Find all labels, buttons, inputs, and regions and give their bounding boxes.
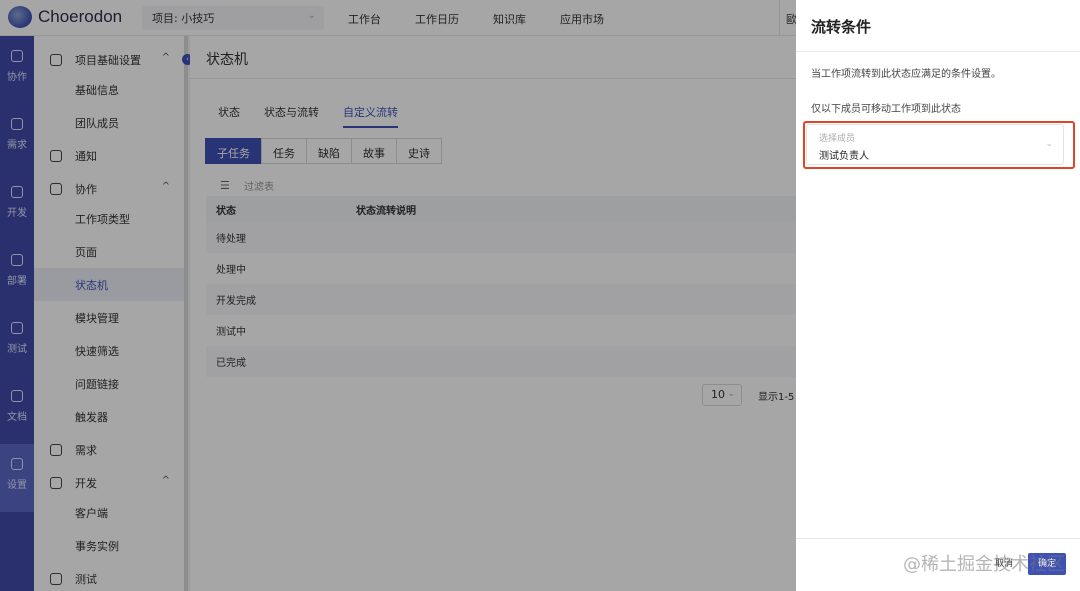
drawer-title: 流转条件 <box>811 18 872 36</box>
drawer-description: 当工作项流转到此状态应满足的条件设置。 <box>811 69 1001 80</box>
transition-condition-drawer: 流转条件 当工作项流转到此状态应满足的条件设置。 仅以下成员可移动工作项到此状态… <box>796 0 1080 591</box>
member-select-label: 选择成员 <box>819 134 856 144</box>
member-select-value: 测试负责人 <box>819 151 869 162</box>
divider <box>796 538 1080 539</box>
watermark: @稀土掘金技术社区 <box>903 554 1065 575</box>
modal-mask[interactable] <box>0 0 796 591</box>
chevron-down-icon: ⌄ <box>1045 139 1053 149</box>
member-condition-label: 仅以下成员可移动工作项到此状态 <box>811 104 961 115</box>
member-select[interactable]: 选择成员 测试负责人 ⌄ <box>806 124 1064 165</box>
divider <box>796 51 1080 52</box>
